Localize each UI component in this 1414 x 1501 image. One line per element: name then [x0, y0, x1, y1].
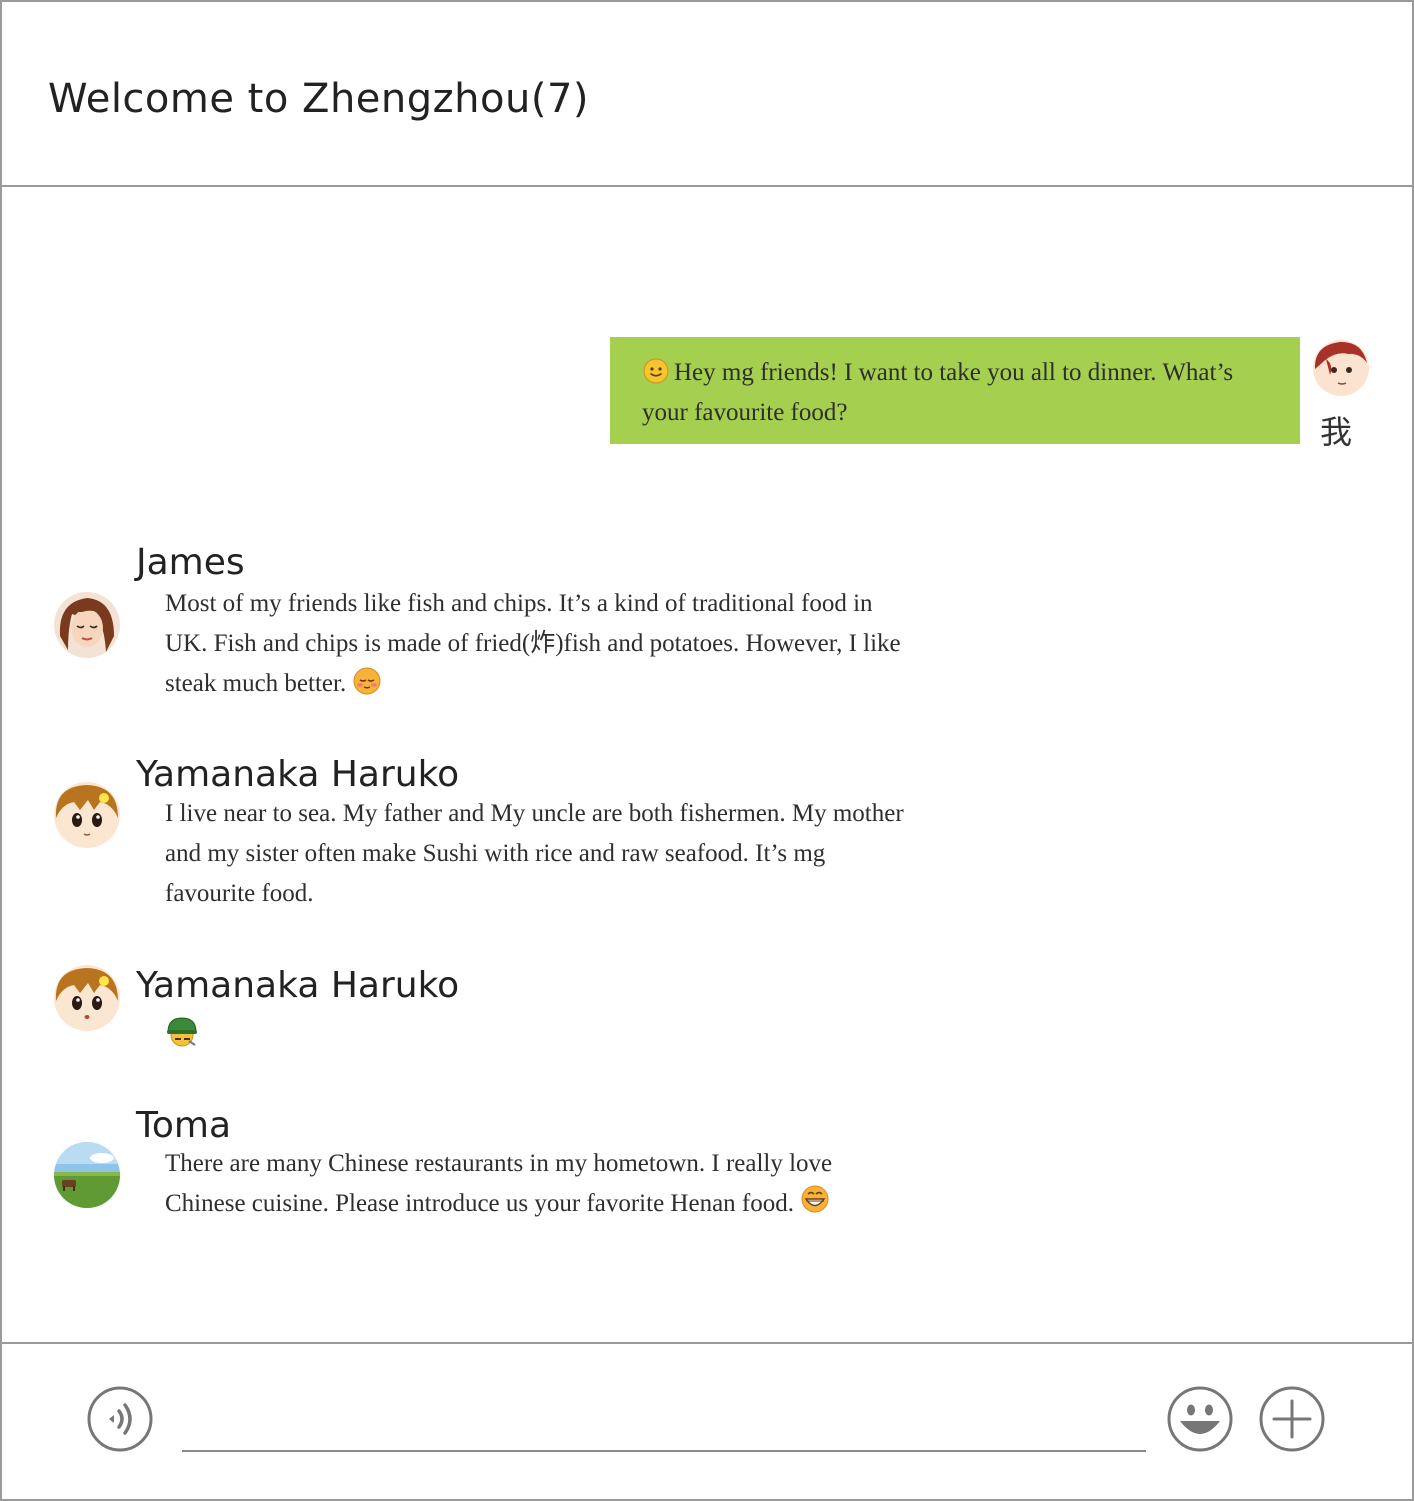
sender-name: Toma: [136, 1105, 232, 1146]
smile-emoji-icon: [643, 358, 669, 384]
avatar[interactable]: [54, 782, 120, 848]
emoji-icon[interactable]: [1166, 1385, 1234, 1453]
message-list: Hey mg friends! I want to take you all t…: [2, 187, 1412, 1342]
message-text: I live near to sea. My father and My unc…: [165, 800, 904, 907]
my-message-bubble[interactable]: Hey mg friends! I want to take you all t…: [610, 337, 1300, 444]
my-name-label: 我: [1320, 413, 1353, 451]
my-avatar[interactable]: [1312, 339, 1370, 397]
sender-name: James: [136, 542, 245, 583]
message-text: Most of my friends like fish and chips. …: [165, 590, 901, 697]
sender-name: Yamanaka Haruko: [136, 754, 460, 795]
relieved-emoji-icon: [353, 667, 381, 695]
voice-icon[interactable]: [86, 1385, 154, 1453]
message-input[interactable]: [182, 1404, 1146, 1452]
my-message-text: Hey mg friends! I want to take you all t…: [642, 359, 1234, 426]
message-text: There are many Chinese restaurants in my…: [165, 1150, 833, 1217]
plus-icon[interactable]: [1258, 1385, 1326, 1453]
sender-name: Yamanaka Haruko: [136, 965, 460, 1006]
army-helmet-emoji-icon: [167, 1017, 197, 1047]
avatar[interactable]: [54, 1142, 120, 1208]
chat-window: Welcome to Zhengzhou(7) Hey mg friends! …: [0, 0, 1414, 1501]
grin-emoji-icon: [801, 1185, 829, 1213]
chat-title: Welcome to Zhengzhou(7): [48, 76, 589, 122]
avatar[interactable]: [54, 592, 120, 658]
chat-header: Welcome to Zhengzhou(7): [2, 2, 1412, 187]
input-bar: [2, 1342, 1412, 1501]
avatar[interactable]: [54, 965, 120, 1031]
